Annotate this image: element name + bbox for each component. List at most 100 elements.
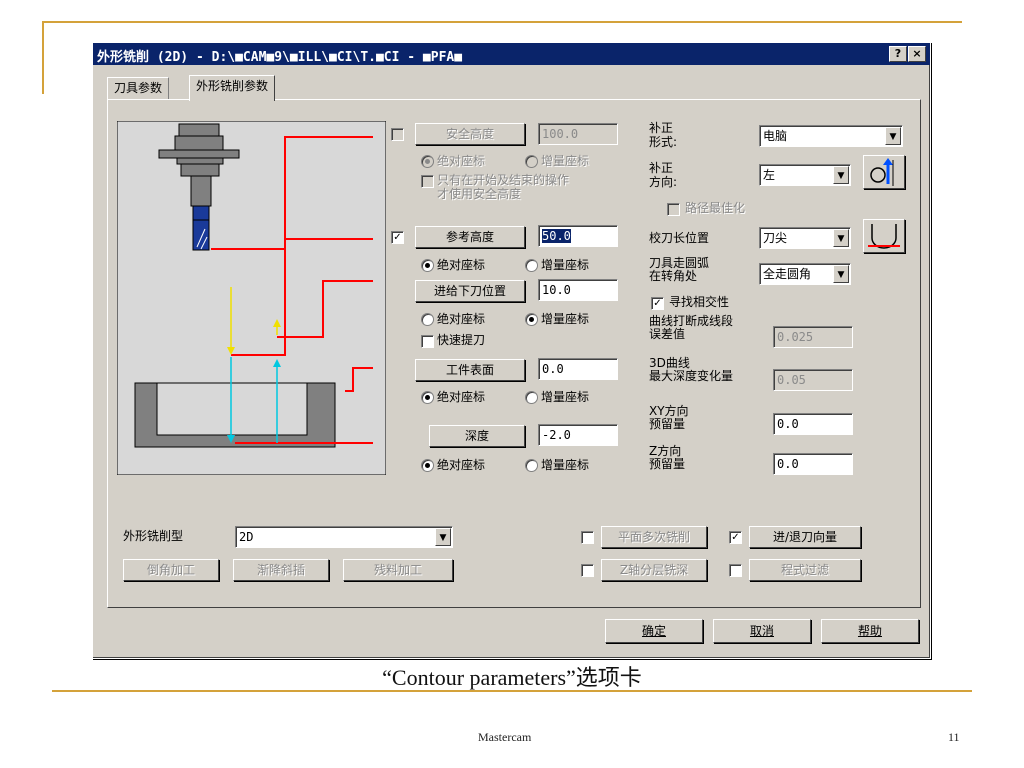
linearize-tol-input[interactable]: 0.025 (773, 326, 853, 348)
multi-passes-checkbox[interactable] (581, 531, 594, 544)
optimize-checkbox[interactable] (667, 203, 680, 216)
linearize-tol-label: 曲线打断成线段 误差值 (649, 314, 734, 341)
window-title: 外形铣削 (2D) - D:\■CAM■9\■ILL\■CI\T.■CI - ■… (97, 50, 463, 65)
xy-stock-input[interactable]: 0.0 (773, 413, 853, 435)
chevron-down-icon[interactable]: ▼ (833, 265, 849, 283)
tool-tip-icon (868, 224, 900, 249)
holder-shank (190, 175, 212, 207)
chevron-down-icon[interactable]: ▼ (833, 166, 849, 184)
chevron-down-icon[interactable]: ▼ (435, 528, 451, 546)
comp-type-value: 电脑 (763, 129, 788, 143)
depth-cuts-checkbox[interactable] (581, 564, 594, 577)
safety-only-label-2: 才使用安全高度 (437, 187, 522, 201)
leadinout-checkbox[interactable]: ✓ (729, 531, 742, 544)
chevron-down-icon[interactable]: ▼ (885, 127, 901, 145)
depth-abs-radio[interactable] (421, 459, 434, 472)
z-stock-input[interactable]: 0.0 (773, 453, 853, 475)
intersect-checkbox[interactable]: ✓ (651, 297, 664, 310)
safety-height-checkbox[interactable] (391, 128, 404, 141)
tool-flutes (192, 219, 210, 251)
slide-top-rule (42, 21, 962, 23)
ramp-button[interactable]: 渐降斜插 (233, 559, 329, 581)
safety-abs-label: 绝对座标 (437, 154, 486, 168)
intersect-label: 寻找相交性 (669, 295, 730, 309)
safety-height-button[interactable]: 安全高度 (415, 123, 525, 145)
retract-abs-label: 绝对座标 (437, 258, 486, 272)
optimize-label: 路径最佳化 (685, 201, 746, 215)
feed-plane-button[interactable]: 进给下刀位置 (415, 280, 525, 302)
comp-direction-icon-button[interactable] (863, 155, 905, 189)
feed-inc-label: 增量座标 (541, 312, 590, 326)
roll-cutter-value: 全走圆角 (763, 267, 812, 281)
depth-button[interactable]: 深度 (429, 425, 525, 447)
tip-comp-icon-button[interactable] (863, 219, 905, 253)
comp-dir-select[interactable]: 左 ▼ (759, 164, 851, 186)
rapid-retract-label: 快速提刀 (437, 333, 486, 347)
slide-caption: “Contour parameters”选项卡 (382, 665, 642, 690)
retract-height-button[interactable]: 参考高度 (415, 226, 525, 248)
chamfer-button[interactable]: 倒角加工 (123, 559, 219, 581)
retract-height-checkbox[interactable]: ✓ (391, 231, 404, 244)
filter-button[interactable]: 程式过滤 (749, 559, 861, 581)
ok-label: 确定 (641, 624, 666, 638)
cancel-button[interactable]: 取消 (713, 619, 811, 643)
max-depth-variance-input[interactable]: 0.05 (773, 369, 853, 391)
top-inc-radio[interactable] (525, 391, 538, 404)
comp-type-label: 补正 形式: (649, 121, 678, 149)
tip-comp-select[interactable]: 刀尖 ▼ (759, 227, 851, 249)
multi-passes-button[interactable]: 平面多次铣削 (601, 526, 707, 548)
top-of-stock-input[interactable]: 0.0 (538, 358, 618, 380)
safety-inc-radio[interactable] (525, 155, 538, 168)
top-of-stock-button[interactable]: 工件表面 (415, 359, 525, 381)
safety-inc-label: 增量座标 (541, 154, 590, 168)
retract-inc-label: 增量座标 (541, 258, 590, 272)
chevron-down-icon[interactable]: ▼ (833, 229, 849, 247)
contour-type-label: 外形铣削型 (123, 529, 184, 543)
ok-button[interactable]: 确定 (605, 619, 703, 643)
tip-comp-label: 校刀长位置 (649, 231, 710, 245)
comp-dir-label: 补正 方向: (649, 161, 678, 189)
contour-type-select[interactable]: 2D ▼ (235, 526, 453, 548)
comp-type-select[interactable]: 电脑 ▼ (759, 125, 903, 147)
top-abs-radio[interactable] (421, 391, 434, 404)
remachine-button[interactable]: 残料加工 (343, 559, 453, 581)
filter-checkbox[interactable] (729, 564, 742, 577)
top-abs-label: 绝对座标 (437, 390, 486, 404)
retract-height-input[interactable]: 50.0 (538, 225, 618, 247)
leadinout-button[interactable]: 进/退刀向量 (749, 526, 861, 548)
max-depth-variance-label: 3D曲线 最大深度变化量 (649, 356, 734, 383)
feed-plane-input[interactable]: 10.0 (538, 279, 618, 301)
help-title-button[interactable]: ? (889, 46, 907, 62)
safety-only-label: 只有在开始及结束的操作 (437, 173, 570, 187)
depth-abs-label: 绝对座标 (437, 458, 486, 472)
holder-flange (158, 149, 240, 159)
feed-inc-radio[interactable] (525, 313, 538, 326)
help-button[interactable]: 帮助 (821, 619, 919, 643)
z-stock-label: Z方向 预留量 (649, 444, 686, 471)
depth-inc-radio[interactable] (525, 459, 538, 472)
height-diagram (117, 121, 386, 475)
footer-center: Mastercam (478, 730, 532, 744)
cancel-label: 取消 (749, 624, 774, 638)
slide-bottom-rule (52, 690, 972, 692)
depth-input[interactable]: -2.0 (538, 424, 618, 446)
safety-only-checkbox[interactable] (421, 175, 434, 188)
holder-top (178, 123, 220, 137)
safety-height-input[interactable]: 100.0 (538, 123, 618, 145)
retract-inc-radio[interactable] (525, 259, 538, 272)
contour-type-value: 2D (239, 530, 254, 544)
retract-abs-radio[interactable] (421, 259, 434, 272)
close-button[interactable]: × (908, 46, 926, 62)
depth-cuts-button[interactable]: Z轴分层铣深 (601, 559, 707, 581)
feed-abs-radio[interactable] (421, 313, 434, 326)
rapid-retract-checkbox[interactable] (421, 335, 434, 348)
holder-neck (176, 157, 224, 165)
roll-cutter-select[interactable]: 全走圆角 ▼ (759, 263, 851, 285)
title-bar[interactable]: 外形铣削 (2D) - D:\■CAM■9\■ILL\■CI\T.■CI - ■… (93, 43, 930, 65)
tab-tool-parameters[interactable]: 刀具参数 (107, 77, 170, 100)
roll-cutter-label: 刀具走圆弧 在转角处 (649, 256, 710, 283)
tip-comp-value: 刀尖 (763, 231, 788, 245)
tab-contour-parameters[interactable]: 外形铣削参数 (189, 75, 276, 101)
comp-dir-value: 左 (763, 168, 776, 182)
safety-abs-radio[interactable] (421, 155, 434, 168)
